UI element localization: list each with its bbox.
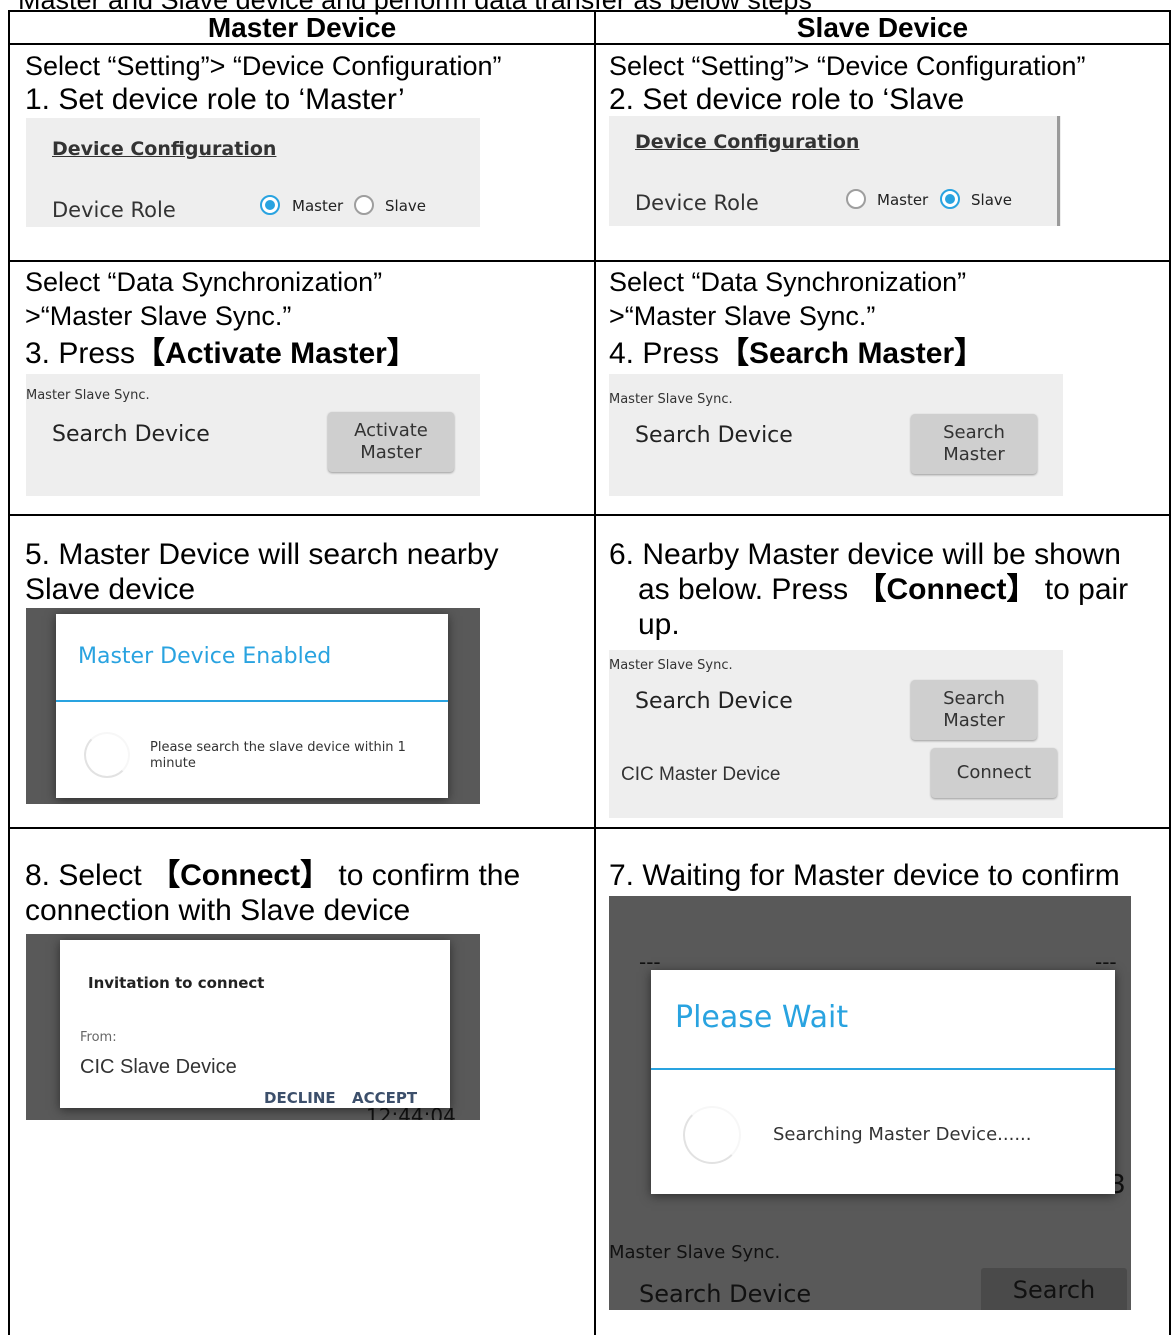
row3-slave-line-3: up.	[638, 608, 680, 641]
row4-master-line-1-prefix: 8. Select	[25, 859, 142, 892]
dialog-message: Searching Master Device......	[773, 1124, 1032, 1145]
header-slave-device: Slave Device	[796, 12, 969, 43]
invitation-dialog: Invitation to connect From: CIC Slave De…	[60, 940, 450, 1108]
row3-master-line-2: Slave device	[25, 573, 196, 606]
row2-master-select-2: >“Master Slave Sync.”	[25, 301, 292, 331]
search-line-1: Search	[943, 688, 1005, 709]
panel-edge	[1057, 116, 1060, 226]
background-search-label: Search	[1012, 1276, 1096, 1304]
background-search-device: Search Device	[639, 1280, 812, 1308]
master-device-enabled-dialog: Master Device Enabled Please search the …	[56, 614, 448, 798]
section-label: Master Slave Sync.	[609, 392, 733, 407]
connect-button[interactable]: Connect	[931, 748, 1057, 798]
row3-slave-line-2-prefix: as below. Press	[638, 573, 849, 606]
radio-slave-selected[interactable]	[940, 189, 960, 209]
row1-slave-select: Select “Setting”> “Device Configuration”	[609, 51, 1086, 81]
invitation-title: Invitation to connect	[88, 974, 265, 992]
radio-slave-label: Slave	[971, 191, 1012, 209]
table-border-left	[8, 10, 10, 1335]
table-rule	[8, 514, 1171, 516]
search-master-button[interactable]: Search Master	[911, 414, 1037, 474]
device-role-label: Device Role	[52, 198, 176, 222]
row2-slave-select-1: Select “Data Synchronization”	[609, 267, 967, 297]
decline-button[interactable]: DECLINE	[264, 1089, 336, 1107]
radio-master-selected[interactable]	[260, 195, 280, 215]
dialog-message-line-2: minute	[150, 756, 196, 771]
row1-master-step: 1. Set device role to ‘Master’	[25, 83, 405, 116]
from-device-name: CIC Slave Device	[80, 1056, 237, 1078]
master-device-name: CIC Master Device	[621, 764, 781, 785]
row2-slave-step-prefix: 4. Press	[609, 337, 720, 370]
master-slave-sync-screenshot-slave: Master Slave Sync. Search Device Search M…	[609, 374, 1063, 496]
master-device-enabled-screenshot: Master Device Enabled Please search the …	[26, 608, 480, 804]
table-rule	[8, 260, 1171, 262]
row2-master-step: 3. Press【Activate Master】	[25, 336, 417, 372]
accept-button[interactable]: ACCEPT	[352, 1089, 417, 1107]
row3-slave-line-2: as below. Press 【Connect】 to pair	[638, 572, 1128, 608]
device-role-label: Device Role	[635, 191, 759, 215]
table-column-divider	[594, 10, 596, 1335]
dialog-message-line-1: Please search the slave device within 1	[150, 740, 406, 755]
radio-master[interactable]	[846, 189, 866, 209]
loading-spinner-icon	[683, 1106, 741, 1164]
row2-slave-step: 4. Press【Search Master】	[609, 336, 984, 372]
row2-slave-select-2: >“Master Slave Sync.”	[609, 301, 876, 331]
nearby-master-screenshot: Master Slave Sync. Search Device Search M…	[609, 650, 1063, 818]
row3-slave-line-1: 6. Nearby Master device will be shown	[609, 538, 1121, 571]
section-label: Master Slave Sync.	[26, 388, 150, 403]
section-label: Master Slave Sync.	[609, 658, 733, 673]
search-device-label: Search Device	[52, 422, 210, 447]
row4-master-line-1-suffix: to confirm the	[338, 859, 521, 892]
search-master-button[interactable]: Search Master	[911, 680, 1037, 740]
row4-master-line-1-bold: 【Connect】	[150, 859, 331, 892]
row2-master-select-1: Select “Data Synchronization”	[25, 267, 383, 297]
background-section-label: Master Slave Sync.	[609, 1242, 781, 1263]
search-line-1: Search	[943, 422, 1005, 443]
row2-master-step-bold: 【Activate Master】	[135, 337, 417, 370]
search-line-2: Master	[943, 444, 1005, 465]
activate-master-button[interactable]: Activate Master	[328, 412, 454, 472]
radio-master-label: Master	[877, 191, 929, 209]
activate-line-1: Activate	[354, 420, 428, 441]
activate-line-2: Master	[360, 442, 422, 463]
dialog-title: Please Wait	[675, 1000, 849, 1035]
radio-slave-label: Slave	[385, 197, 426, 215]
loading-spinner-icon	[84, 732, 130, 778]
row1-slave-step: 2. Set device role to ‘Slave	[609, 83, 965, 116]
dialog-title: Master Device Enabled	[78, 644, 332, 669]
device-config-screenshot-slave: Device Configuration Device Role Master …	[609, 116, 1061, 226]
search-device-label: Search Device	[635, 689, 793, 714]
invitation-screenshot: 12:44:04 Invitation to connect From: CIC…	[26, 934, 480, 1120]
row2-slave-step-bold: 【Search Master】	[719, 337, 985, 370]
radio-slave[interactable]	[354, 195, 374, 215]
row3-master-line-1: 5. Master Device will search nearby	[25, 538, 499, 571]
row3-slave-line-2-bold: 【Connect】	[856, 573, 1037, 606]
row4-slave-line-1: 7. Waiting for Master device to confirm	[609, 859, 1120, 892]
header-master-device: Master Device	[207, 12, 397, 43]
search-device-label: Search Device	[635, 423, 793, 448]
table-rule	[8, 827, 1171, 829]
row2-master-step-prefix: 3. Press	[25, 337, 136, 370]
dialog-message: Please search the slave device within 1 …	[150, 740, 406, 772]
search-line-2: Master	[943, 710, 1005, 731]
master-slave-sync-screenshot-master: Master Slave Sync. Search Device Activat…	[26, 374, 480, 496]
please-wait-screenshot: --- --- 01:57:43 Master Slave Sync. Sear…	[609, 896, 1131, 1310]
from-label: From:	[80, 1030, 117, 1045]
connect-label: Connect	[956, 762, 1032, 783]
device-config-screenshot-master: Device Configuration Device Role Master …	[26, 118, 480, 227]
row3-slave-line-2-suffix: to pair	[1044, 573, 1129, 606]
radio-master-label: Master	[292, 197, 344, 215]
device-config-title: Device Configuration	[635, 131, 860, 153]
background-search-button: Search	[981, 1268, 1127, 1310]
row1-master-select: Select “Setting”> “Device Configuration”	[25, 51, 502, 81]
please-wait-dialog: Please Wait Searching Master Device.....…	[651, 970, 1115, 1194]
dialog-title-divider	[56, 700, 448, 702]
table-border-right	[1169, 10, 1171, 1335]
device-config-title: Device Configuration	[52, 138, 277, 160]
row4-master-line-1: 8. Select 【Connect】 to confirm the	[25, 858, 520, 894]
row4-master-line-2: connection with Slave device	[25, 894, 411, 927]
dialog-title-divider	[651, 1068, 1115, 1070]
